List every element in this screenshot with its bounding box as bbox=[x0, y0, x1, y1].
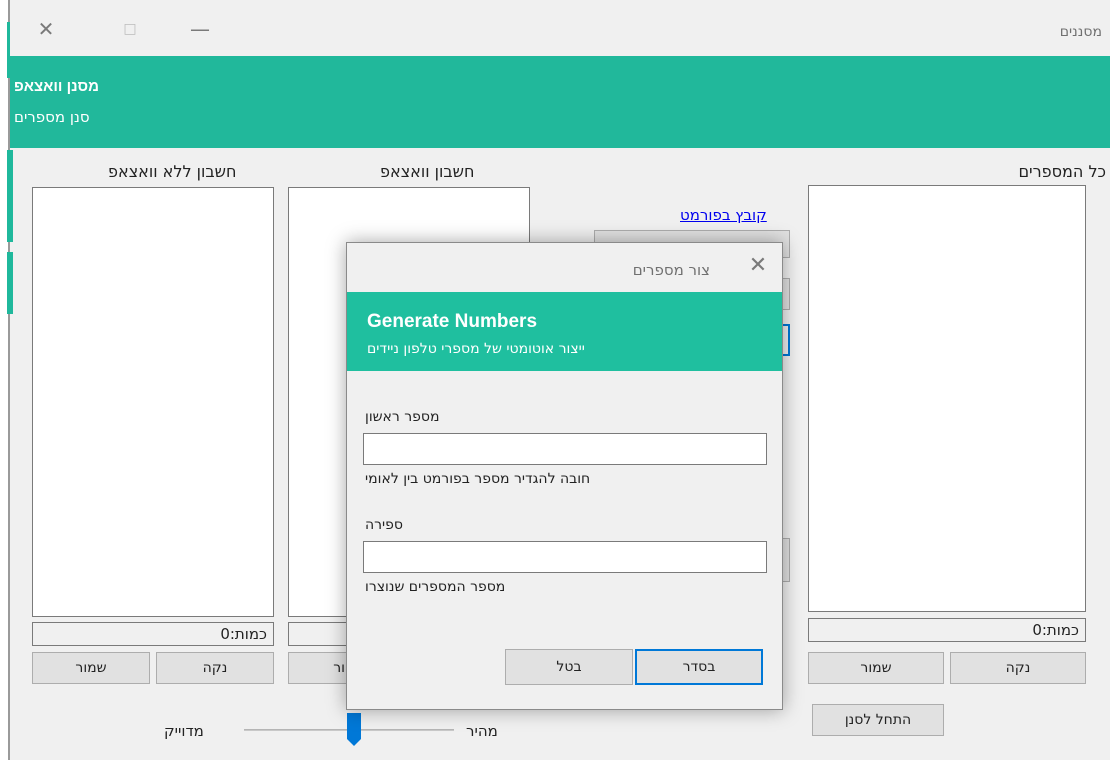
close-icon[interactable]: ✕ bbox=[31, 14, 61, 44]
header-title: מסנן וואצאפ bbox=[14, 78, 99, 95]
dialog-title: צור מספרים bbox=[632, 261, 710, 279]
speed-slider-thumb[interactable] bbox=[347, 713, 361, 747]
first-number-label: מספר ראשון bbox=[365, 409, 440, 425]
ok-button[interactable]: בסדר bbox=[635, 649, 763, 685]
all-clean-button[interactable]: נקה bbox=[950, 652, 1086, 684]
header-subtitle: סנן מספרים bbox=[14, 108, 90, 126]
slider-accurate-label: מדוייק bbox=[164, 722, 204, 740]
no-whatsapp-list[interactable] bbox=[32, 187, 274, 617]
no-whatsapp-count: כמות:0 bbox=[32, 622, 274, 646]
minimize-icon[interactable]: — bbox=[185, 14, 215, 44]
no-whatsapp-label: חשבון ללא וואצאפ bbox=[108, 162, 237, 181]
whatsapp-label: חשבון וואצאפ bbox=[380, 162, 475, 181]
start-filter-button[interactable]: התחל לסנן bbox=[812, 704, 944, 736]
no-whatsapp-clean-button[interactable]: נקה bbox=[156, 652, 274, 684]
all-numbers-count: כמות:0 bbox=[808, 618, 1086, 642]
slider-fast-label: מהיר bbox=[466, 722, 498, 740]
count-label: ספירה bbox=[365, 517, 404, 533]
first-number-input[interactable] bbox=[363, 433, 767, 465]
dialog-heading: Generate Numbers bbox=[367, 311, 538, 332]
all-save-button[interactable]: שמור bbox=[808, 652, 944, 684]
edge-accent bbox=[7, 252, 13, 314]
window-title: מסננים bbox=[1059, 24, 1102, 40]
dialog-subheading: ייצור אוטומטי של מספרי טלפון ניידים bbox=[367, 341, 585, 357]
title-bar bbox=[10, 0, 1110, 56]
first-number-hint: חובה להגדיר מספר בפורמט בין לאומי bbox=[365, 471, 591, 487]
all-numbers-list[interactable] bbox=[808, 185, 1086, 612]
dialog-close-icon[interactable]: ✕ bbox=[745, 253, 771, 278]
edge-accent bbox=[7, 150, 13, 242]
count-hint: מספר המספרים שנוצרו bbox=[365, 579, 506, 595]
no-whatsapp-save-button[interactable]: שמור bbox=[32, 652, 150, 684]
cancel-button[interactable]: בטל bbox=[505, 649, 633, 685]
app-header bbox=[10, 56, 1110, 148]
all-numbers-label: כל המספרים bbox=[1018, 162, 1106, 181]
count-input[interactable] bbox=[363, 541, 767, 573]
generate-numbers-dialog: צור מספרים ✕ Generate Numbers ייצור אוטו… bbox=[346, 242, 783, 710]
format-file-link[interactable]: קובץ בפורמט bbox=[680, 206, 767, 224]
maximize-icon[interactable]: □ bbox=[115, 14, 145, 44]
